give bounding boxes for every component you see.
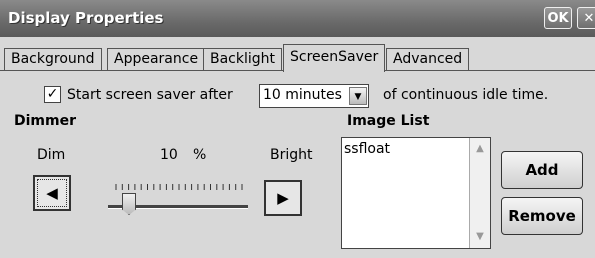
list-item[interactable]: ssfloat <box>344 141 390 157</box>
close-button[interactable]: ✕ <box>577 7 595 29</box>
tab-background[interactable]: Background <box>4 48 102 71</box>
dim-decrease-button[interactable]: ◀ <box>33 175 71 211</box>
slider-thumb[interactable] <box>122 193 136 215</box>
tab-appearance[interactable]: Appearance <box>107 48 206 71</box>
start-screensaver-checkbox[interactable]: ✓ <box>44 86 61 103</box>
dimmer-unit: % <box>193 147 207 163</box>
image-listbox[interactable]: ssfloat ▲ ▼ <box>341 137 491 249</box>
dimmer-value: 10 <box>160 147 178 163</box>
idle-time-select[interactable]: 10 minutes ▼ <box>259 84 369 108</box>
scroll-down-icon[interactable]: ▼ <box>471 227 489 247</box>
slider-ticks <box>115 184 243 190</box>
image-list-heading: Image List <box>347 113 430 129</box>
idle-time-value: 10 minutes <box>263 87 342 103</box>
dim-increase-button[interactable]: ▶ <box>264 180 302 216</box>
tab-advanced[interactable]: Advanced <box>386 48 470 71</box>
dimmer-heading: Dimmer <box>14 113 76 129</box>
add-button[interactable]: Add <box>501 151 583 189</box>
idle-suffix-label: of continuous idle time. <box>383 87 549 103</box>
tab-backlight[interactable]: Backlight <box>203 48 283 71</box>
ok-button[interactable]: OK <box>544 7 572 29</box>
tab-bar: Background Appearance Backlight ScreenSa… <box>0 44 595 72</box>
start-screensaver-label: Start screen saver after <box>67 87 233 103</box>
arrow-left-icon: ◀ <box>46 184 58 202</box>
arrow-right-icon: ▶ <box>277 189 289 207</box>
chevron-down-icon[interactable]: ▼ <box>349 87 367 105</box>
dim-label: Dim <box>37 147 66 163</box>
tab-screensaver[interactable]: ScreenSaver <box>283 44 386 72</box>
check-icon: ✓ <box>46 86 59 102</box>
title-bar: Display Properties OK ✕ <box>0 0 595 37</box>
remove-button[interactable]: Remove <box>501 197 583 235</box>
listbox-scrollbar[interactable]: ▲ ▼ <box>469 138 490 248</box>
scroll-up-icon[interactable]: ▲ <box>471 139 489 159</box>
window-title: Display Properties <box>8 9 164 27</box>
bright-label: Bright <box>270 147 313 163</box>
